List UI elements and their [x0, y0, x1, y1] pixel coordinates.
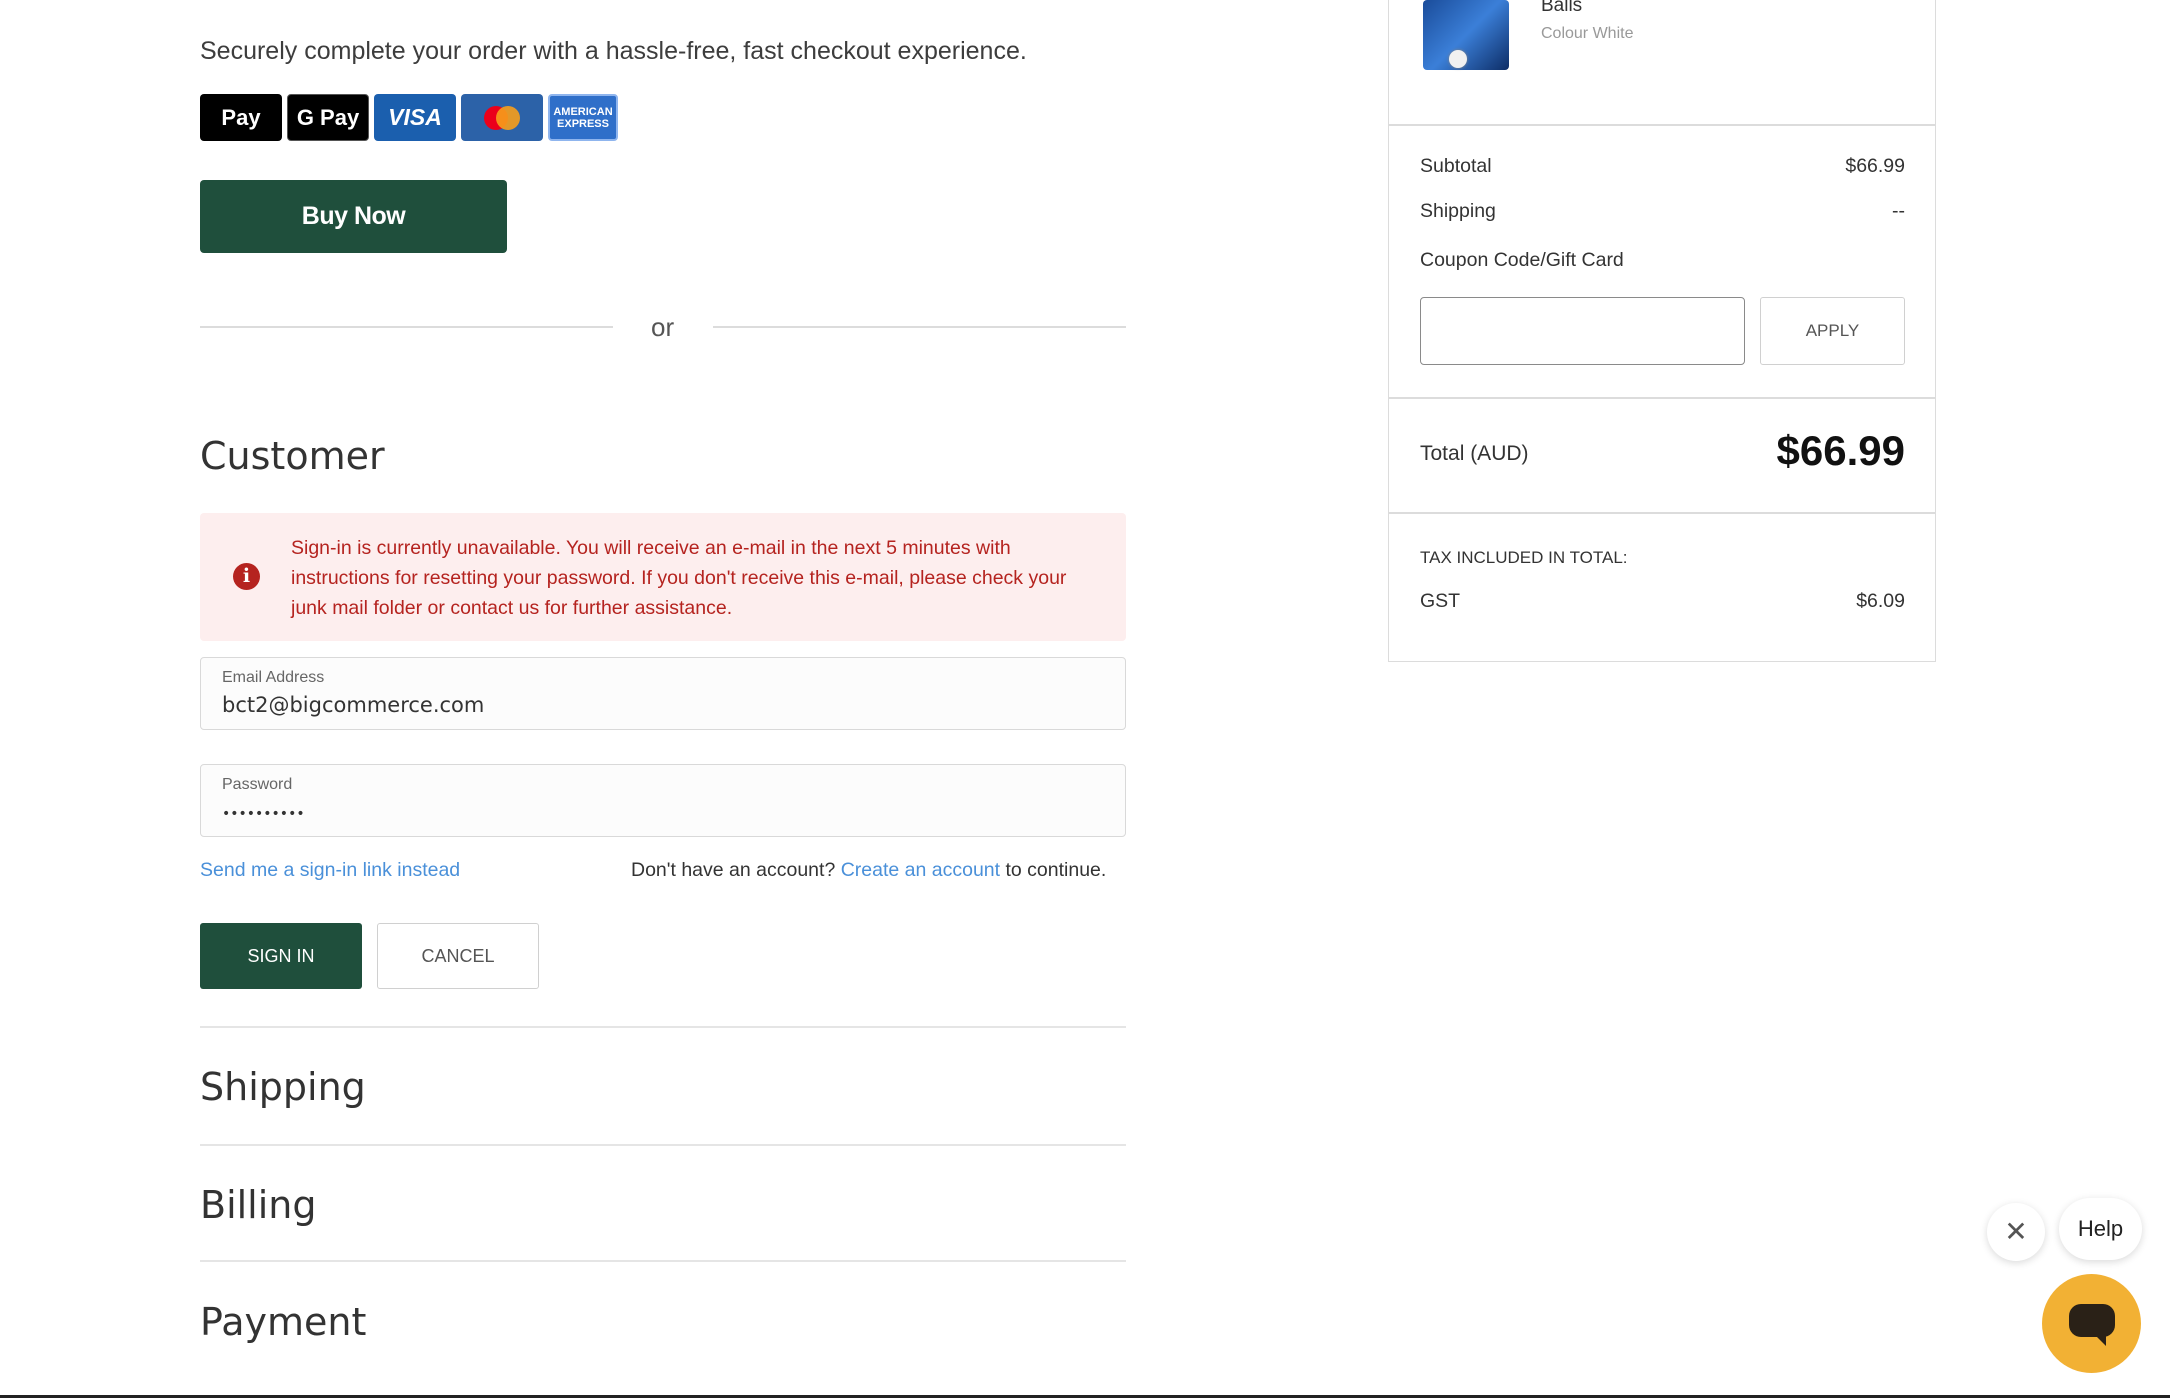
tax-included-label: TAX INCLUDED IN TOTAL:: [1420, 548, 1628, 567]
total-value: $66.99: [1776, 427, 1905, 474]
google-pay-icon: G Pay: [287, 94, 369, 141]
create-account-prompt: Don't have an account? Create an account…: [631, 859, 1106, 882]
total-label: Total (AUD): [1420, 442, 1529, 465]
cancel-button[interactable]: CANCEL: [377, 923, 539, 989]
gst-row: GST $6.09: [1420, 590, 1905, 613]
apple-pay-icon: Pay: [200, 94, 282, 141]
golf-ball-icon: [1449, 50, 1467, 68]
shipping-step-title[interactable]: Shipping: [200, 1065, 366, 1109]
gst-label: GST: [1420, 590, 1461, 612]
help-bubble[interactable]: Help: [2059, 1198, 2142, 1260]
close-help-icon[interactable]: ✕: [1987, 1203, 2045, 1261]
coupon-label: Coupon Code/Gift Card: [1420, 249, 1624, 271]
product-variant: Colour White: [1541, 25, 1634, 42]
summary-divider: [1389, 397, 1935, 399]
billing-step-title[interactable]: Billing: [200, 1183, 317, 1227]
error-info-icon: i: [233, 563, 260, 590]
password-field-label: Password: [222, 776, 293, 793]
or-divider-left: [200, 326, 613, 328]
subtotal-label: Subtotal: [1420, 155, 1492, 177]
payment-step-title[interactable]: Payment: [200, 1300, 366, 1344]
visa-icon: VISA: [374, 94, 456, 141]
email-field[interactable]: Email Address bct2@bigcommerce.com: [200, 657, 1126, 730]
chat-launcher-button[interactable]: [2042, 1274, 2141, 1373]
shipping-value: --: [1892, 200, 1905, 222]
buy-now-button[interactable]: Buy Now: [200, 180, 507, 253]
signin-error-alert: i Sign-in is currently unavailable. You …: [200, 513, 1126, 641]
send-signin-link[interactable]: Send me a sign-in link instead: [200, 859, 460, 882]
payment-method-badges: Pay G Pay VISA AMERICAN EXPRESS: [200, 94, 618, 141]
email-field-label: Email Address: [222, 669, 325, 686]
coupon-code-input[interactable]: [1420, 297, 1745, 365]
alert-message: Sign-in is currently unavailable. You wi…: [291, 537, 1067, 619]
no-account-text: Don't have an account?: [631, 859, 836, 881]
subtotal-row: Subtotal $66.99: [1420, 155, 1905, 178]
checkout-intro-text: Securely complete your order with a hass…: [200, 37, 1027, 65]
or-divider-right: [713, 326, 1126, 328]
section-divider: [200, 1026, 1126, 1028]
mastercard-icon: [461, 94, 543, 141]
subtotal-value: $66.99: [1845, 155, 1905, 177]
create-account-link[interactable]: Create an account: [841, 859, 1000, 881]
coupon-row: Coupon Code/Gift Card: [1420, 249, 1905, 272]
product-thumbnail: [1423, 0, 1509, 70]
chat-bubble-tail: [2092, 1332, 2106, 1346]
order-summary: Balls Colour White Subtotal $66.99 Shipp…: [1388, 0, 1936, 662]
email-field-value[interactable]: bct2@bigcommerce.com: [222, 693, 484, 717]
amex-icon: AMERICAN EXPRESS: [548, 94, 618, 141]
gst-value: $6.09: [1856, 590, 1905, 612]
summary-divider: [1389, 124, 1935, 126]
to-continue-text: to continue.: [1005, 859, 1107, 881]
customer-section-title: Customer: [200, 434, 385, 478]
password-field-value[interactable]: ••••••••••: [222, 806, 305, 822]
sign-in-button[interactable]: SIGN IN: [200, 923, 362, 989]
password-field[interactable]: Password ••••••••••: [200, 764, 1126, 837]
or-label: or: [651, 312, 675, 342]
summary-divider: [1389, 512, 1935, 514]
section-divider: [200, 1260, 1126, 1262]
shipping-row: Shipping --: [1420, 200, 1905, 223]
shipping-label: Shipping: [1420, 200, 1496, 222]
apply-coupon-button[interactable]: APPLY: [1760, 297, 1905, 365]
product-name: Balls: [1541, 0, 1583, 16]
section-divider: [200, 1144, 1126, 1146]
